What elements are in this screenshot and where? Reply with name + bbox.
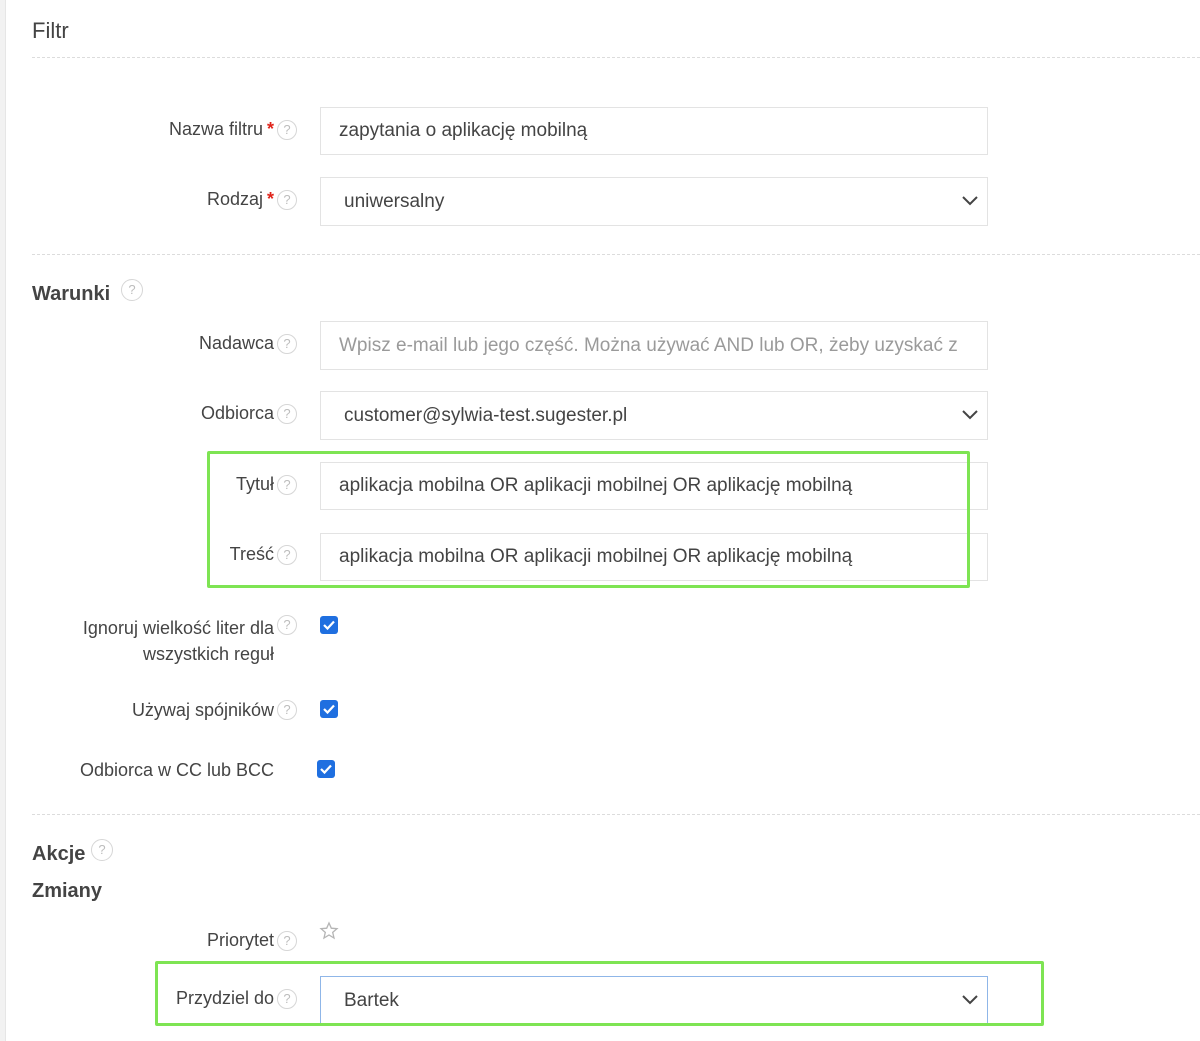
- divider: [32, 814, 1200, 815]
- type-label: Rodzaj *: [206, 189, 274, 209]
- divider: [32, 254, 1200, 255]
- left-border: [0, 0, 6, 1041]
- conditions-title: Warunki: [32, 283, 111, 305]
- star-outline-icon[interactable]: [319, 921, 339, 941]
- changes-title: Zmiany: [32, 880, 103, 902]
- page-title: Filtr: [32, 18, 69, 43]
- help-icon[interactable]: ?: [277, 190, 297, 210]
- use-conjunctions-checkbox[interactable]: [320, 700, 338, 718]
- help-icon[interactable]: ?: [277, 404, 297, 424]
- filter-name-input[interactable]: zapytania o aplikację mobilną: [320, 107, 988, 155]
- type-select-value: uniwersalny: [344, 191, 445, 212]
- recipient-select-value: customer@sylwia-test.sugester.pl: [344, 405, 628, 426]
- checkmark-icon: [320, 764, 332, 775]
- help-icon[interactable]: ?: [91, 839, 113, 861]
- help-icon[interactable]: ?: [277, 334, 297, 354]
- recipient-select[interactable]: customer@sylwia-test.sugester.pl: [320, 391, 988, 440]
- filter-name-label: Nazwa filtru *: [168, 119, 274, 139]
- highlight-box: [155, 961, 1044, 1026]
- recipient-cc-bcc-checkbox[interactable]: [317, 760, 335, 778]
- help-icon[interactable]: ?: [121, 279, 143, 301]
- chevron-down-icon: [962, 410, 978, 420]
- priority-label: Priorytet: [206, 930, 274, 950]
- help-icon[interactable]: ?: [277, 700, 297, 720]
- recipient-cc-bcc-label: Odbiorca w CC lub BCC: [79, 760, 274, 780]
- ignore-case-label: Ignoruj wielkość liter dla wszystkich re…: [82, 618, 274, 664]
- required-mark: *: [266, 189, 274, 209]
- use-conjunctions-label: Używaj spójników: [131, 700, 274, 720]
- help-icon[interactable]: ?: [277, 931, 297, 951]
- chevron-down-icon: [962, 196, 978, 206]
- actions-title: Akcje: [32, 843, 86, 865]
- recipient-label: Odbiorca: [200, 403, 274, 423]
- sender-input[interactable]: Wpisz e-mail lub jego część. Można używa…: [320, 321, 988, 370]
- required-mark: *: [266, 119, 274, 139]
- highlight-box: [207, 451, 970, 588]
- divider: [32, 57, 1200, 58]
- checkmark-icon: [323, 704, 335, 715]
- help-icon[interactable]: ?: [277, 120, 297, 140]
- ignore-case-checkbox[interactable]: [320, 616, 338, 634]
- sender-label: Nadawca: [198, 333, 274, 353]
- help-icon[interactable]: ?: [277, 615, 297, 635]
- type-select[interactable]: uniwersalny: [320, 177, 988, 226]
- checkmark-icon: [323, 620, 335, 631]
